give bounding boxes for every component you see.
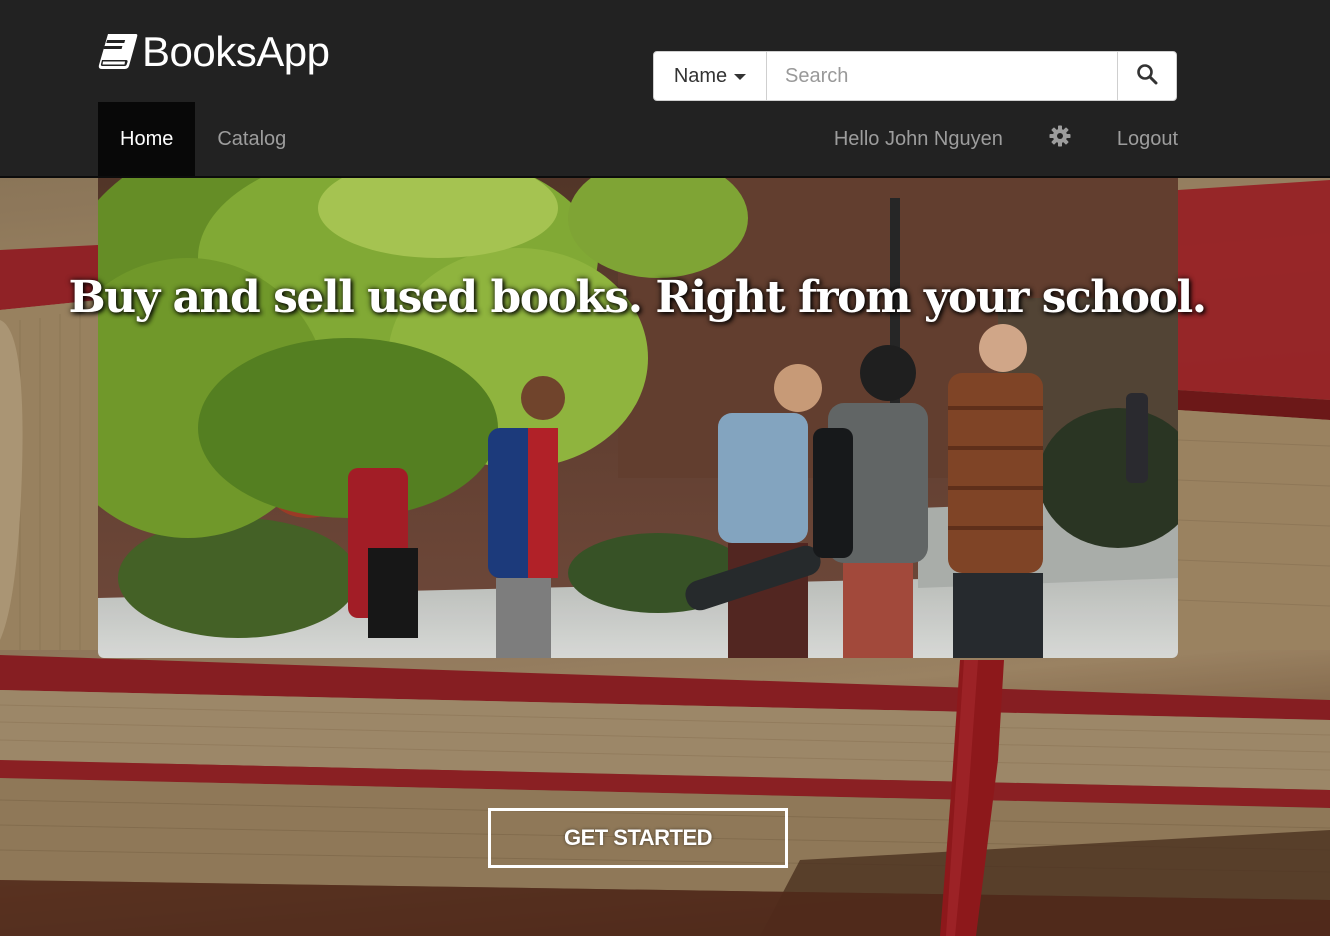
search-bar: Name xyxy=(653,51,1177,101)
nav-item-catalog[interactable]: Catalog xyxy=(195,102,308,176)
search-type-label: Name xyxy=(673,64,728,87)
search-button[interactable] xyxy=(1117,52,1176,100)
brand-link[interactable]: BooksApp xyxy=(96,28,330,76)
hero-image xyxy=(98,178,1178,658)
top-navbar: BooksApp Name Home Catalog Hello John Ng… xyxy=(0,0,1330,178)
hero-headline: Buy and sell used books. Right from your… xyxy=(68,272,1207,323)
logout-link[interactable]: Logout xyxy=(1117,128,1178,151)
logout-label: Logout xyxy=(1116,127,1178,150)
user-greeting-link[interactable]: Hello John Nguyen xyxy=(834,128,1003,151)
settings-button[interactable] xyxy=(1049,125,1071,153)
main-nav: Home Catalog xyxy=(98,102,308,176)
brand-name: BooksApp xyxy=(142,28,330,75)
nav-item-label: Home xyxy=(120,127,174,150)
gear-icon xyxy=(1049,125,1071,153)
search-icon xyxy=(1136,63,1158,90)
search-input[interactable] xyxy=(767,52,1117,100)
get-started-label: GET STARTED xyxy=(563,825,713,850)
greeting-label: Hello John Nguyen xyxy=(833,127,1003,150)
user-nav: Hello John Nguyen Logout xyxy=(834,102,1178,176)
search-type-dropdown[interactable]: Name xyxy=(654,52,767,100)
nav-item-label: Catalog xyxy=(217,127,287,150)
nav-item-home[interactable]: Home xyxy=(98,102,196,176)
book-icon xyxy=(96,30,140,74)
chevron-down-icon xyxy=(734,74,747,80)
get-started-button[interactable]: GET STARTED xyxy=(488,808,788,868)
